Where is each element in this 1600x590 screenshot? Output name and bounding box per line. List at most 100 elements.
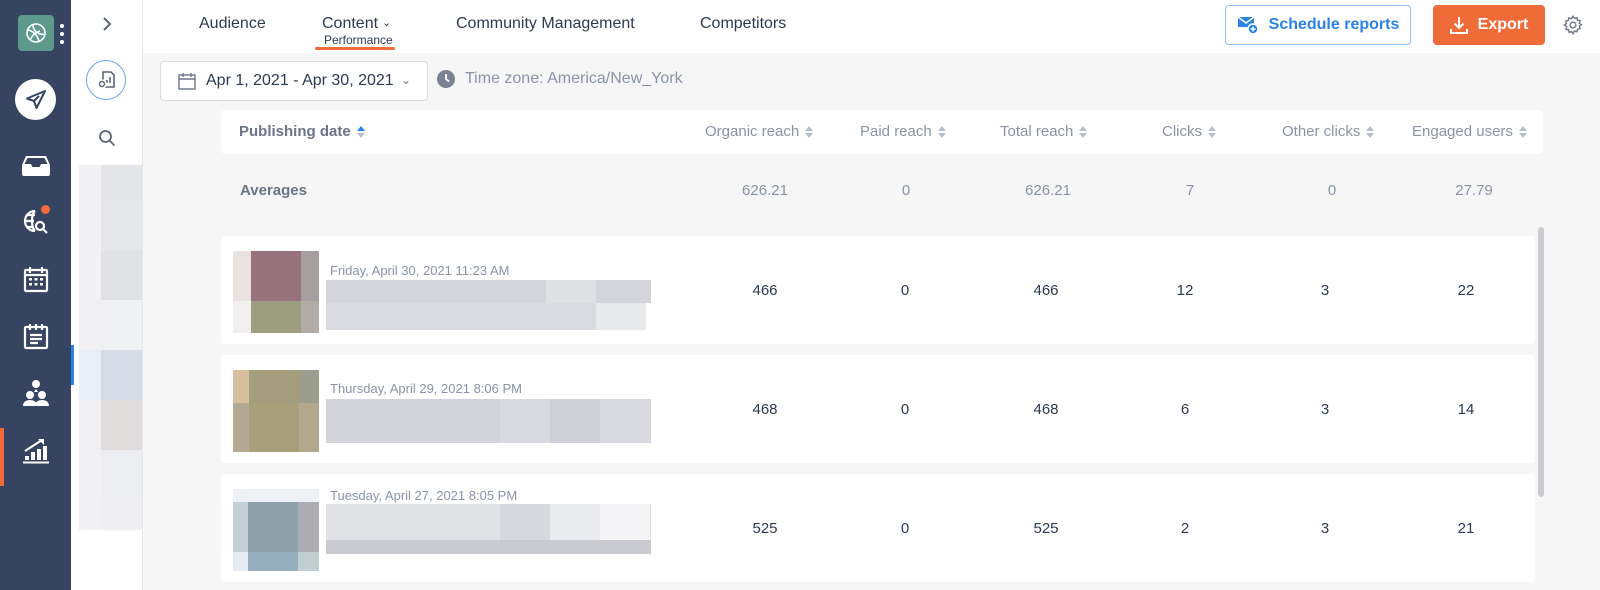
reports-panel <box>71 0 143 590</box>
add-report-icon <box>97 71 115 89</box>
total-reach-value: 466 <box>1033 282 1059 299</box>
mail-plus-icon <box>1237 16 1259 35</box>
other-clicks-value: 3 <box>1320 282 1330 299</box>
globe-leaf-icon <box>26 23 46 43</box>
organic-reach-value: 468 <box>752 401 778 418</box>
post-text-preview <box>326 280 651 330</box>
chevron-right-icon <box>103 17 112 31</box>
average-paid-reach: 0 <box>901 182 911 199</box>
column-organic-reach[interactable]: Organic reach <box>705 123 814 140</box>
column-other-clicks[interactable]: Other clicks <box>1282 123 1375 140</box>
column-publishing-date[interactable]: Publishing date <box>239 123 365 140</box>
date-range-value: Apr 1, 2021 - Apr 30, 2021 <box>206 72 394 89</box>
engaged-users-value: 14 <box>1457 401 1475 418</box>
column-label: Paid reach <box>860 123 932 140</box>
tab-label: Community Management <box>456 15 635 32</box>
download-icon <box>1449 17 1468 34</box>
tab-content[interactable]: Content ⌄ Performance <box>322 15 393 47</box>
column-label: Organic reach <box>705 123 800 140</box>
selected-report-indicator <box>71 345 74 385</box>
nav-listening[interactable] <box>19 205 53 239</box>
sort-icon <box>1208 125 1216 138</box>
post-date: Tuesday, April 27, 2021 8:05 PM <box>330 488 518 503</box>
table-header: Publishing date Organic reach Paid reach… <box>221 110 1543 154</box>
post-text-preview <box>326 504 651 554</box>
paid-reach-value: 0 <box>900 520 910 537</box>
chevron-down-icon: ⌄ <box>400 73 411 87</box>
post-date: Friday, April 30, 2021 11:23 AM <box>330 263 510 278</box>
export-label: Export <box>1477 16 1529 33</box>
sort-icon <box>1518 125 1527 138</box>
clock-icon <box>437 70 455 88</box>
search-icon <box>99 130 116 147</box>
timezone-label: Time zone: America/New_York <box>465 70 683 87</box>
clicks-value: 12 <box>1176 282 1194 299</box>
nav-planner[interactable] <box>19 319 53 353</box>
average-organic-reach: 626.21 <box>742 182 788 199</box>
nav-team[interactable] <box>19 376 53 410</box>
active-tab-underline <box>315 47 395 50</box>
sort-icon <box>805 125 814 138</box>
organic-reach-value: 525 <box>752 520 778 537</box>
other-clicks-value: 3 <box>1320 520 1330 537</box>
paid-reach-value: 0 <box>900 282 910 299</box>
column-paid-reach[interactable]: Paid reach <box>860 123 946 140</box>
paid-reach-value: 0 <box>900 401 910 418</box>
table-scrollbar[interactable] <box>1538 227 1544 497</box>
export-button[interactable]: Export <box>1433 5 1545 45</box>
column-label: Other clicks <box>1282 123 1361 140</box>
inbox-tray-icon <box>22 156 50 176</box>
tab-label: Competitors <box>700 15 787 32</box>
post-thumbnail[interactable] <box>233 489 319 571</box>
nav-inbox[interactable] <box>19 148 53 182</box>
tab-competitors[interactable]: Competitors <box>700 15 786 33</box>
tab-audience[interactable]: Audience <box>199 15 266 33</box>
tab-community-management[interactable]: Community Management <box>456 15 635 33</box>
engaged-users-value: 22 <box>1457 282 1475 299</box>
column-total-reach[interactable]: Total reach <box>1000 123 1088 140</box>
calendar-icon <box>178 73 196 90</box>
nav-analytics[interactable] <box>19 433 53 467</box>
bar-chart-trend-icon <box>23 439 49 464</box>
app-logo[interactable] <box>18 15 54 51</box>
table-row[interactable]: Friday, April 30, 2021 11:23 AM 466 0 46… <box>221 236 1535 344</box>
column-label: Engaged users <box>1412 123 1513 140</box>
post-thumbnail[interactable] <box>233 370 319 452</box>
date-range-picker[interactable]: Apr 1, 2021 - Apr 30, 2021 ⌄ <box>160 61 428 101</box>
sort-icon <box>1079 125 1088 138</box>
clicks-value: 6 <box>1180 401 1190 418</box>
timezone-info: Time zone: America/New_York <box>437 70 683 88</box>
sort-ascending-icon <box>356 125 365 138</box>
expand-panel-button[interactable] <box>95 12 119 36</box>
average-other-clicks: 0 <box>1327 182 1337 199</box>
column-label: Publishing date <box>239 123 351 140</box>
post-thumbnail[interactable] <box>233 251 319 333</box>
average-total-reach: 626.21 <box>1025 182 1071 199</box>
table-row[interactable]: Thursday, April 29, 2021 8:06 PM 468 0 4… <box>221 355 1535 463</box>
tab-label: Content <box>322 15 379 32</box>
column-clicks[interactable]: Clicks <box>1162 123 1216 140</box>
nav-calendar[interactable] <box>19 262 53 296</box>
schedule-reports-button[interactable]: Schedule reports <box>1225 5 1411 45</box>
table-row[interactable]: Tuesday, April 27, 2021 8:05 PM 525 0 52… <box>221 474 1535 582</box>
sort-icon <box>1366 125 1375 138</box>
tab-sublabel: Performance <box>324 33 393 47</box>
gear-icon <box>1563 15 1583 36</box>
engaged-users-value: 21 <box>1457 520 1475 537</box>
calendar-icon <box>23 267 49 293</box>
sort-icon <box>937 125 946 138</box>
report-list[interactable] <box>79 165 142 530</box>
nav-rail <box>0 0 71 590</box>
notepad-icon <box>23 324 49 350</box>
clicks-value: 2 <box>1180 520 1190 537</box>
column-engaged-users[interactable]: Engaged users <box>1412 123 1527 140</box>
add-report-button[interactable] <box>86 60 126 100</box>
search-reports-button[interactable] <box>95 126 119 150</box>
total-reach-value: 525 <box>1033 520 1059 537</box>
schedule-reports-label: Schedule reports <box>1268 16 1400 33</box>
users-group-icon <box>23 380 49 406</box>
more-menu-icon[interactable] <box>59 24 65 44</box>
nav-publish[interactable] <box>15 79 56 120</box>
post-date: Thursday, April 29, 2021 8:06 PM <box>330 381 522 396</box>
settings-button[interactable] <box>1562 14 1584 36</box>
